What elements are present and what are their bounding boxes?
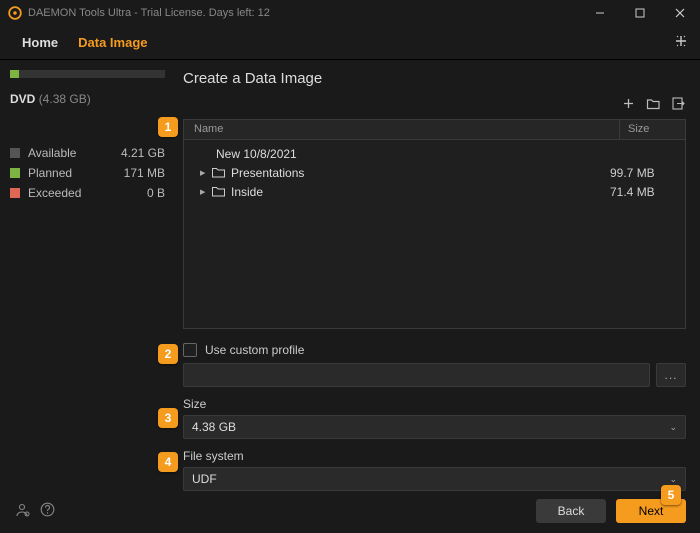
profile-path-input[interactable] [183,363,650,387]
legend-planned: Planned 171 MB [10,166,165,180]
folder-icon [212,167,226,179]
size-select[interactable]: 4.38 GB ⌄ [183,415,686,439]
add-tab-button[interactable] [674,34,688,51]
col-name[interactable]: Name [184,120,620,139]
filesystem-select[interactable]: UDF ⌄ [183,467,686,491]
import-icon[interactable] [671,96,686,111]
disc-info: DVD (4.38 GB) [10,92,165,106]
legend-exceeded: Exceeded 0 B [10,186,165,200]
custom-profile-label: Use custom profile [205,343,304,357]
callout-4: 4 [158,452,178,472]
file-row[interactable]: New 10/8/2021 [184,144,685,163]
maximize-button[interactable] [620,0,660,26]
swatch-available-icon [10,148,20,158]
folder-icon [212,186,226,198]
size-label: Size [183,397,686,411]
fs-label: File system [183,449,686,463]
file-panel: Name Size New 10/8/2021 ▶ Presentations … [183,119,686,329]
file-row[interactable]: ▶ Presentations 99.7 MB [184,163,685,182]
usage-bar [10,70,165,78]
custom-profile-block: Use custom profile ... Size 4.38 GB ⌄ Fi… [183,343,686,491]
title-bar: DAEMON Tools Ultra - Trial License. Days… [0,0,700,26]
col-size[interactable]: Size [620,120,685,139]
nav-tabs: Home Data Image [0,26,700,60]
legend-available: Available 4.21 GB [10,146,165,160]
add-icon[interactable] [621,96,636,111]
callout-5: 5 [661,485,681,505]
swatch-exceeded-icon [10,188,20,198]
file-header: Name Size [184,120,685,140]
content-toolbar [621,96,686,111]
user-icon[interactable] [14,502,30,521]
callout-3: 3 [158,408,178,428]
sidebar: DVD (4.38 GB) Available 4.21 GB Planned … [0,60,175,533]
chevron-down-icon: ⌄ [669,422,677,433]
expand-icon[interactable]: ▶ [200,188,208,196]
folder-icon[interactable] [646,96,661,111]
swatch-planned-icon [10,168,20,178]
file-body[interactable]: New 10/8/2021 ▶ Presentations 99.7 MB ▶ … [184,140,685,328]
chevron-down-icon: ⌄ [669,474,677,485]
app-logo-icon [8,6,22,20]
close-button[interactable] [660,0,700,26]
file-row[interactable]: ▶ Inside 71.4 MB [184,182,685,201]
custom-profile-checkbox[interactable] [183,343,197,357]
callout-2: 2 [158,344,178,364]
content: Create a Data Image Name Size New 10/8/2… [175,60,700,533]
disc-type: DVD [10,92,35,106]
tab-data-image[interactable]: Data Image [68,35,157,50]
help-icon[interactable] [40,502,55,520]
tab-home[interactable]: Home [12,35,68,50]
window-title: DAEMON Tools Ultra - Trial License. Days… [28,7,580,19]
footer: Back Next [0,499,700,523]
expand-icon[interactable]: ▶ [200,169,208,177]
browse-button[interactable]: ... [656,363,686,387]
page-title: Create a Data Image [183,70,686,87]
callout-1: 1 [158,117,178,137]
back-button[interactable]: Back [536,499,606,523]
usage-bar-planned [10,70,19,78]
disc-capacity: (4.38 GB) [39,92,91,106]
minimize-button[interactable] [580,0,620,26]
